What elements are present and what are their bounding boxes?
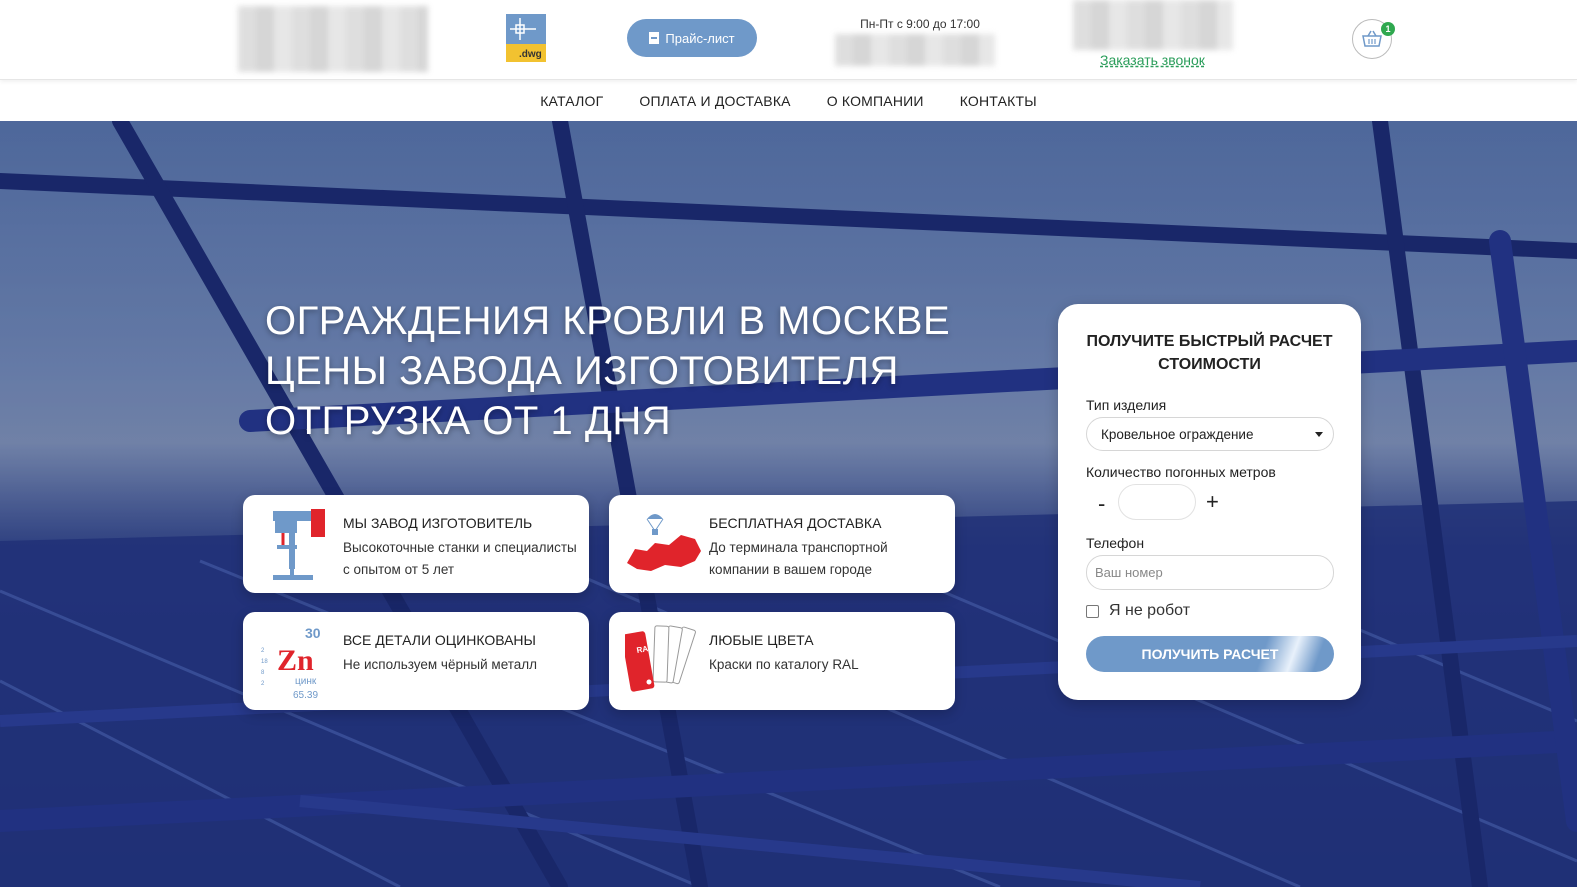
hero-headline: ОГРАЖДЕНИЯ КРОВЛИ В МОСКВЕ ЦЕНЫ ЗАВОДА И…	[265, 296, 985, 446]
zinc-name: цинк	[295, 676, 317, 687]
dwg-label: .dwg	[519, 49, 542, 60]
phone-blurred[interactable]	[835, 34, 995, 66]
phone-secondary-blurred[interactable]	[1073, 0, 1233, 50]
feature-title: ВСЕ ДЕТАЛИ ОЦИНКОВАНЫ	[343, 632, 536, 648]
price-list-label: Прайс-лист	[665, 30, 735, 46]
get-calculation-button[interactable]: ПОЛУЧИТЬ РАСЧЕТ	[1086, 636, 1334, 672]
quantity-input[interactable]	[1118, 484, 1196, 520]
quantity-increment-button[interactable]: +	[1206, 489, 1219, 515]
product-type-select[interactable]: Кровельное ограждение	[1086, 417, 1334, 451]
phone-label: Телефон	[1086, 535, 1145, 551]
feature-title: БЕСПЛАТНАЯ ДОСТАВКА	[709, 515, 882, 531]
main-nav: КАТАЛОГ ОПЛАТА И ДОСТАВКА О КОМПАНИИ КОН…	[0, 80, 1577, 121]
ral-label: RAL	[636, 643, 654, 655]
callback-link[interactable]: Заказать звонок	[1100, 52, 1205, 68]
cart-count-badge: 1	[1381, 22, 1395, 36]
caret-down-icon	[1315, 432, 1323, 437]
feature-title: МЫ ЗАВОД ИЗГОТОВИТЕЛЬ	[343, 515, 533, 531]
zinc-shell: 2	[261, 648, 265, 654]
form-title: ПОЛУЧИТЕ БЫСТРЫЙ РАСЧЕТ СТОИМОСТИ	[1086, 333, 1333, 373]
russia-map-parachute-icon	[625, 505, 705, 583]
zinc-shell: 2	[261, 681, 265, 687]
feature-card-colors: RAL ЛЮБЫЕ ЦВЕТА Краски по каталогу RAL	[609, 612, 955, 710]
phone-input[interactable]	[1086, 555, 1334, 590]
hero-line-3: ОТГРУЗКА ОТ 1 ДНЯ	[265, 399, 672, 443]
zinc-number: 30	[305, 625, 321, 641]
cart-button[interactable]: 1	[1352, 19, 1395, 59]
feature-text: До терминала транспортной компании в ваш…	[709, 540, 888, 577]
feature-card-manufacturer: МЫ ЗАВОД ИЗГОТОВИТЕЛЬ Высокоточные станк…	[243, 495, 589, 593]
feature-text: Не используем чёрный металл	[343, 657, 538, 672]
feature-text: Краски по каталогу RAL	[709, 657, 859, 672]
hero-line-2: ЦЕНЫ ЗАВОДА ИЗГОТОВИТЕЛЯ	[265, 349, 899, 393]
zinc-mass: 65.39	[293, 690, 318, 700]
zinc-shell: 18	[261, 659, 268, 665]
zinc-shell: 8	[261, 670, 265, 676]
dwg-file-icon[interactable]: .dwg	[506, 14, 546, 62]
quantity-label: Количество погонных метров	[1086, 464, 1276, 480]
not-robot-checkbox-row[interactable]: Я не робот	[1086, 602, 1190, 620]
feature-card-zinc: 30 Zn 2 18 8 2 цинк 65.39 ВСЕ ДЕТАЛИ ОЦИ…	[243, 612, 589, 710]
ral-palette-icon: RAL	[621, 622, 705, 700]
feature-card-delivery: БЕСПЛАТНАЯ ДОСТАВКА До терминала транспо…	[609, 495, 955, 593]
hero-line-1: ОГРАЖДЕНИЯ КРОВЛИ В МОСКВЕ	[265, 299, 951, 343]
product-type-value: Кровельное ограждение	[1101, 426, 1254, 442]
basket-icon	[1362, 30, 1382, 47]
product-type-label: Тип изделия	[1086, 397, 1167, 413]
nav-item-about[interactable]: О КОМПАНИИ	[809, 93, 942, 109]
quantity-decrement-button[interactable]: -	[1098, 491, 1105, 517]
zinc-element-icon: 30 Zn 2 18 8 2 цинк 65.39	[259, 622, 339, 701]
price-list-button[interactable]: Прайс-лист	[627, 19, 757, 57]
not-robot-checkbox[interactable]	[1086, 604, 1099, 618]
drill-press-icon	[259, 505, 339, 583]
working-hours: Пн-Пт с 9:00 до 17:00	[860, 17, 980, 31]
not-robot-label: Я не робот	[1109, 602, 1191, 619]
hero-section: ОГРАЖДЕНИЯ КРОВЛИ В МОСКВЕ ЦЕНЫ ЗАВОДА И…	[0, 121, 1577, 887]
nav-item-catalog[interactable]: КАТАЛОГ	[522, 93, 621, 109]
feature-title: ЛЮБЫЕ ЦВЕТА	[709, 632, 814, 648]
document-icon	[649, 32, 660, 44]
feature-text: Высокоточные станки и специалисты с опыт…	[343, 540, 577, 577]
nav-item-contacts[interactable]: КОНТАКТЫ	[942, 93, 1055, 109]
logo-blurred[interactable]	[238, 6, 428, 72]
zinc-symbol: Zn	[277, 644, 314, 677]
site-header: .dwg Прайс-лист Пн-Пт с 9:00 до 17:00 За…	[0, 0, 1577, 80]
quick-calc-form: ПОЛУЧИТЕ БЫСТРЫЙ РАСЧЕТ СТОИМОСТИ Тип из…	[1058, 304, 1361, 700]
nav-item-payment-delivery[interactable]: ОПЛАТА И ДОСТАВКА	[621, 93, 808, 109]
